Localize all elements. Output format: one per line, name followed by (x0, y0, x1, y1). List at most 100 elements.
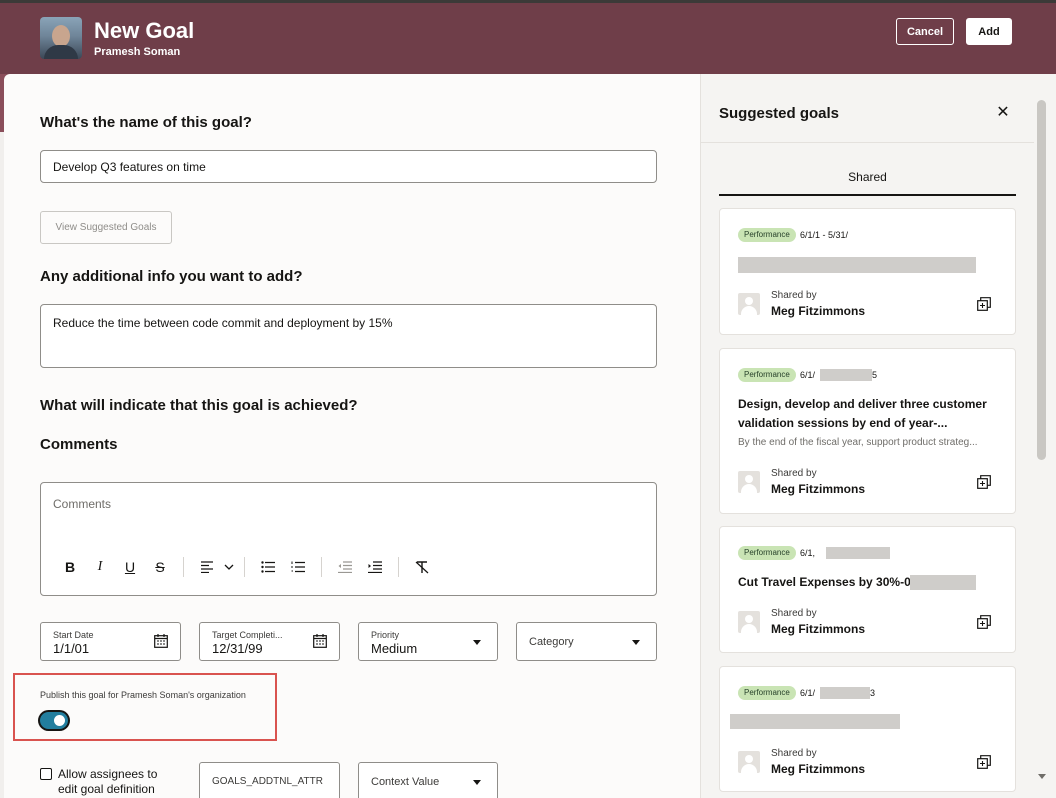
additional-info-textarea[interactable]: Reduce the time between code commit and … (40, 304, 657, 368)
bullet-list-icon[interactable] (253, 557, 283, 577)
suggested-goal-card[interactable]: Performance 6/1/1 - 5/31/ Shared by Meg … (719, 208, 1016, 335)
goal-name-input[interactable]: Develop Q3 features on time (40, 150, 657, 183)
info-heading: Any additional info you want to add? (40, 268, 303, 285)
performance-badge: Performance (738, 368, 796, 382)
goal-title: Cut Travel Expenses by 30%-0 (738, 575, 911, 589)
performance-badge: Performance (738, 546, 796, 560)
category-label: Category (529, 636, 574, 648)
redacted-date (820, 687, 870, 699)
panel-divider (701, 142, 1035, 143)
category-select[interactable]: Category (516, 622, 657, 661)
addtnl-attr-value: GOALS_ADDTNL_ATTR (212, 776, 323, 787)
user-avatar (40, 17, 82, 59)
copy-icon[interactable] (977, 615, 991, 629)
copy-icon[interactable] (977, 755, 991, 769)
chevron-down-icon (473, 640, 481, 645)
toolbar-divider (183, 557, 184, 577)
target-date-value: 12/31/99 (212, 641, 263, 656)
comments-placeholder: Comments (53, 497, 112, 511)
shared-by-label: Shared by (771, 748, 817, 759)
target-date-label: Target Completi... (212, 630, 283, 640)
view-suggested-goals-button[interactable]: View Suggested Goals (40, 211, 172, 244)
suggested-goal-card[interactable]: Performance 6/1, Cut Travel Expenses by … (719, 526, 1016, 653)
scrollbar-thumb[interactable] (1037, 100, 1046, 460)
goal-date-suffix: 3 (870, 688, 876, 698)
chevron-down-icon (473, 780, 481, 785)
suggested-goal-card[interactable]: Performance 6/1/ 5 Design, develop and d… (719, 348, 1016, 514)
cancel-button[interactable]: Cancel (896, 18, 954, 45)
priority-label: Priority (371, 630, 400, 640)
bold-icon[interactable]: B (55, 557, 85, 577)
panel-title: Suggested goals (719, 105, 840, 122)
redacted-title (738, 257, 976, 273)
publish-highlight (13, 673, 277, 741)
shared-by-label: Shared by (771, 468, 817, 479)
goal-description: By the end of the fiscal year, support p… (738, 437, 978, 448)
clear-format-icon[interactable] (407, 557, 437, 577)
comments-editor[interactable]: Comments B I U S (40, 482, 657, 596)
avatar-placeholder-icon (738, 471, 760, 493)
close-icon[interactable]: ✕ (995, 105, 1011, 121)
goal-date-suffix: 5 (872, 370, 878, 380)
calendar-icon[interactable] (313, 634, 327, 648)
underline-icon[interactable]: U (115, 557, 145, 577)
italic-icon[interactable]: I (85, 557, 115, 577)
shared-by-label: Shared by (771, 608, 817, 619)
copy-icon[interactable] (977, 297, 991, 311)
publish-toggle[interactable] (40, 712, 68, 729)
redacted-title (730, 714, 900, 729)
performance-badge: Performance (738, 686, 796, 700)
toolbar-divider (398, 557, 399, 577)
context-value-label: Context Value (371, 776, 440, 788)
avatar-placeholder-icon (738, 611, 760, 633)
shared-by-name: Meg Fitzimmons (771, 622, 866, 636)
start-date-value: 1/1/01 (53, 641, 90, 656)
avatar-placeholder-icon (738, 751, 760, 773)
outdent-icon[interactable] (330, 557, 360, 577)
shared-by-name: Meg Fitzimmons (771, 762, 866, 776)
editor-toolbar: B I U S (55, 557, 437, 577)
add-button[interactable]: Add (966, 18, 1012, 45)
target-date-field[interactable]: Target Completi... 12/31/99 (199, 622, 340, 661)
start-date-label: Start Date (53, 630, 94, 640)
redacted-date (826, 547, 890, 559)
top-bar (0, 0, 1056, 3)
shared-by-name: Meg Fitzimmons (771, 304, 866, 318)
suggested-goal-card[interactable]: Performance 6/1/ 3 Shared by Meg Fitzimm… (719, 666, 1016, 792)
priority-value: Medium (371, 641, 418, 656)
goal-date: 6/1/1 - 5/31/ (800, 230, 849, 240)
achieved-heading: What will indicate that this goal is ach… (40, 397, 358, 414)
numbered-list-icon[interactable] (283, 557, 313, 577)
scroll-down-icon[interactable] (1038, 774, 1046, 779)
allow-edit-label: Allow assignees to edit goal definition (58, 767, 158, 796)
shared-by-label: Shared by (771, 290, 817, 301)
chevron-down-icon[interactable] (222, 557, 236, 577)
priority-select[interactable]: Priority Medium (358, 622, 498, 661)
copy-icon[interactable] (977, 475, 991, 489)
toggle-knob (54, 715, 65, 726)
shared-by-name: Meg Fitzimmons (771, 482, 866, 496)
chevron-down-icon (632, 640, 640, 645)
indent-icon[interactable] (360, 557, 390, 577)
page-subtitle: Pramesh Soman (94, 46, 181, 58)
allow-edit-checkbox[interactable] (40, 768, 52, 780)
avatar-placeholder-icon (738, 293, 760, 315)
goal-date: 6/1/ (800, 688, 816, 698)
comments-heading: Comments (40, 436, 118, 453)
toolbar-divider (244, 557, 245, 577)
goal-date: 6/1, (800, 548, 816, 558)
addtnl-attr-field[interactable]: GOALS_ADDTNL_ATTR (199, 762, 340, 798)
redacted-title (910, 575, 976, 590)
align-icon[interactable] (192, 557, 222, 577)
redacted-date (820, 369, 872, 381)
calendar-icon[interactable] (154, 634, 168, 648)
suggested-goals-panel: Suggested goals ✕ Shared Performance 6/1… (700, 74, 1035, 798)
page-title: New Goal (94, 18, 195, 43)
context-value-select[interactable]: Context Value (358, 762, 498, 798)
tab-shared[interactable]: Shared (719, 170, 1016, 196)
goal-date: 6/1/ (800, 370, 816, 380)
start-date-field[interactable]: Start Date 1/1/01 (40, 622, 181, 661)
strikethrough-icon[interactable]: S (145, 557, 175, 577)
name-heading: What's the name of this goal? (40, 114, 252, 131)
performance-badge: Performance (738, 228, 796, 242)
